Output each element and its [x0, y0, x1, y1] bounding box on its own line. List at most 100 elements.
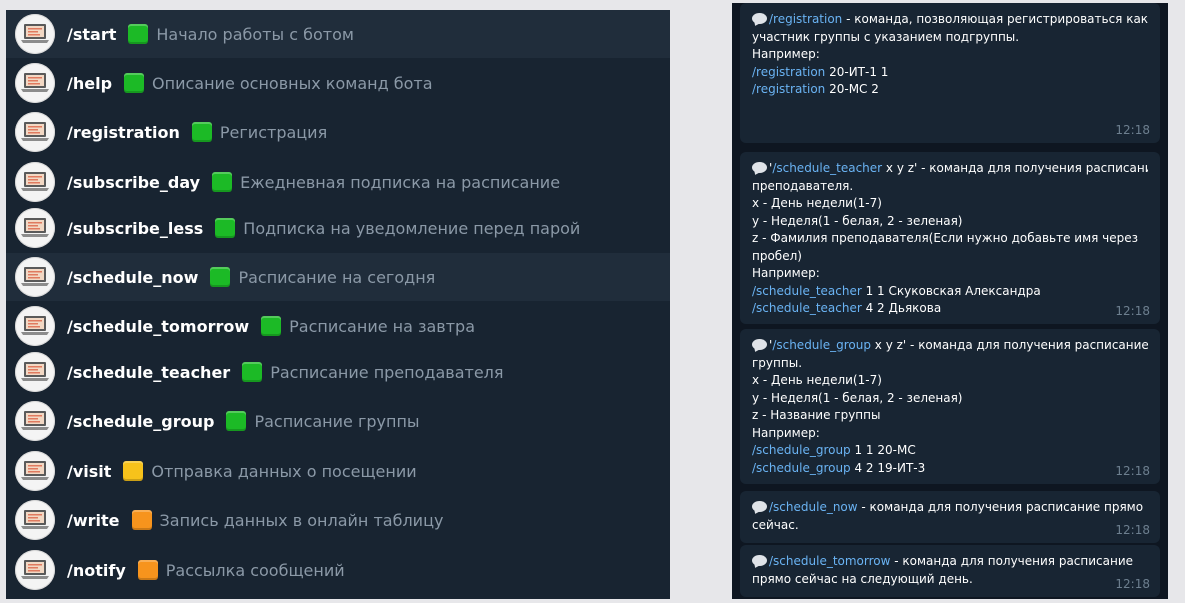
command-link[interactable]: /schedule_tomorrow: [769, 554, 890, 568]
message-line: '/schedule_group x y z' - команда для по…: [752, 337, 1148, 355]
command-row[interactable]: /registration Регистрация: [6, 108, 670, 156]
message-line: /registration 20-ИТ-1 1: [752, 64, 1148, 82]
command-row[interactable]: /start Начало работы с ботом: [6, 10, 670, 58]
command-link[interactable]: /schedule_teacher: [752, 301, 862, 315]
speech-bubble-icon: [752, 555, 767, 566]
command-row[interactable]: /schedule_now Расписание на сегодня: [6, 253, 670, 301]
command-row[interactable]: /write Запись данных в онлайн таблицу: [6, 496, 670, 544]
command-link[interactable]: /schedule_group: [752, 461, 851, 475]
message-line: x - День недели(1-7): [752, 195, 1148, 213]
command-description: Начало работы с ботом: [156, 24, 354, 44]
message-text: 4 2 Дьякова: [861, 301, 942, 315]
message-line: /registration 20-МС 2: [752, 81, 1148, 99]
laptop-avatar-icon: [15, 14, 55, 54]
orange-square-icon: [131, 510, 152, 530]
green-square-icon: [210, 267, 231, 287]
command-link[interactable]: /schedule_group: [772, 338, 871, 352]
message-text: 1 1 Скуковская Александра: [861, 283, 1041, 298]
command-name: /visit: [67, 461, 112, 481]
message-text: преподавателя.: [752, 178, 854, 193]
message-line: группы.: [752, 355, 1148, 373]
command-link[interactable]: /schedule_group: [752, 443, 851, 457]
message-bubble: /registration - команда, позволяющая рег…: [740, 3, 1160, 143]
command-name: /schedule_group: [67, 411, 215, 431]
command-row[interactable]: /schedule_tomorrow Расписание на завтра: [6, 302, 670, 350]
message-text: z - Фамилия преподавателя(Если нужно доб…: [752, 231, 1139, 245]
command-description: Регистрация: [219, 122, 328, 142]
message-line: '/schedule_teacher x y z' - команда для …: [752, 160, 1148, 178]
message-bubble: '/schedule_group x y z' - команда для по…: [740, 329, 1160, 484]
green-square-icon: [242, 362, 263, 382]
message-time: 12:18: [1115, 303, 1150, 318]
green-square-icon: [191, 122, 212, 142]
speech-bubble-icon: [752, 501, 767, 512]
command-name: /write: [67, 510, 120, 530]
command-description: Рассылка сообщений: [165, 560, 345, 580]
laptop-avatar-icon: [15, 500, 55, 540]
laptop-avatar-icon: [15, 401, 55, 441]
message-text: x - День недели(1-7): [752, 196, 882, 210]
message-text: z - Название группы: [752, 408, 881, 422]
command-row[interactable]: /notify Рассылка сообщений: [6, 546, 670, 594]
command-row[interactable]: /subscribe_day Ежедневная подписка на рас…: [6, 158, 670, 206]
message-text: 1 1 20-МС: [850, 443, 916, 457]
command-row[interactable]: /help Описание основных команд бота: [6, 59, 670, 107]
command-row[interactable]: /subscribe_less Подписка на уведомление п…: [6, 204, 670, 252]
laptop-avatar-icon: [15, 352, 55, 392]
speech-bubble-icon: [752, 162, 767, 173]
message-line: /schedule_group 1 1 20-МС: [752, 442, 1148, 460]
message-text: группы.: [752, 355, 803, 370]
command-row[interactable]: /schedule_teacher Расписание преподавател…: [6, 348, 670, 396]
message-text: Например:: [752, 266, 820, 280]
message-line: /schedule_teacher 1 1 Скуковская Алексан…: [752, 283, 1148, 301]
laptop-avatar-icon: [15, 208, 55, 248]
message-text: Например:: [752, 425, 820, 440]
command-name: /schedule_teacher: [67, 362, 231, 382]
message-line: прямо сейчас на следующий день.: [752, 571, 1148, 589]
message-line: y - Неделя(1 - белая, 2 - зеленая): [752, 390, 1148, 408]
message-line: сейчас.: [752, 517, 1148, 535]
message-text: 20-ИТ-1 1: [825, 64, 889, 79]
yellow-square-icon: [123, 461, 144, 481]
command-link[interactable]: /registration: [752, 65, 825, 79]
message-line: участник группы с указанием подгруппы.: [752, 29, 1148, 47]
green-square-icon: [124, 73, 145, 93]
laptop-avatar-icon: [15, 63, 55, 103]
message-line: /registration - команда, позволяющая рег…: [752, 11, 1148, 29]
speech-bubble-icon: [752, 13, 767, 24]
command-row[interactable]: /visit Отправка данных о посещении: [6, 447, 670, 495]
message-text: прямо сейчас на следующий день.: [752, 571, 973, 586]
laptop-avatar-icon: [15, 451, 55, 491]
command-link[interactable]: /registration: [752, 82, 825, 96]
message-text: - команда для получения расписание прямо: [857, 500, 1144, 514]
command-link[interactable]: /schedule_now: [769, 500, 858, 514]
command-description: Ежедневная подписка на расписание: [240, 172, 561, 192]
orange-square-icon: [137, 560, 158, 580]
message-line: /schedule_group 4 2 19-ИТ-3: [752, 460, 1148, 478]
command-link[interactable]: /registration: [769, 12, 842, 26]
command-row[interactable]: /schedule_group Расписание группы: [6, 397, 670, 445]
command-name: /registration: [67, 122, 180, 142]
laptop-avatar-icon: [15, 550, 55, 590]
message-line: y - Неделя(1 - белая, 2 - зеленая): [752, 213, 1148, 231]
message-time: 12:18: [1115, 576, 1150, 591]
command-link[interactable]: /schedule_teacher: [752, 284, 862, 298]
message-text: 20-МС 2: [825, 82, 879, 96]
message-line: Например:: [752, 425, 1148, 443]
green-square-icon: [261, 316, 282, 336]
message-text: участник группы с указанием подгруппы.: [752, 29, 1020, 44]
laptop-avatar-icon: [15, 306, 55, 346]
laptop-avatar-icon: [15, 257, 55, 297]
message-line: z - Название группы: [752, 407, 1148, 425]
green-square-icon: [212, 172, 233, 192]
message-line: Например:: [752, 265, 1148, 283]
command-name: /start: [67, 24, 117, 44]
command-description: Расписание на завтра: [289, 316, 476, 336]
command-link[interactable]: /schedule_teacher: [772, 161, 882, 175]
message-line: /schedule_teacher 4 2 Дьякова: [752, 300, 1148, 318]
message-bubble: /schedule_tomorrow - команда для получен…: [740, 545, 1160, 597]
chat-panel: /registration - команда, позволяющая рег…: [732, 3, 1168, 599]
green-square-icon: [215, 218, 236, 238]
green-square-icon: [128, 24, 149, 44]
message-bubble: /schedule_now - команда для получения ра…: [740, 491, 1160, 543]
